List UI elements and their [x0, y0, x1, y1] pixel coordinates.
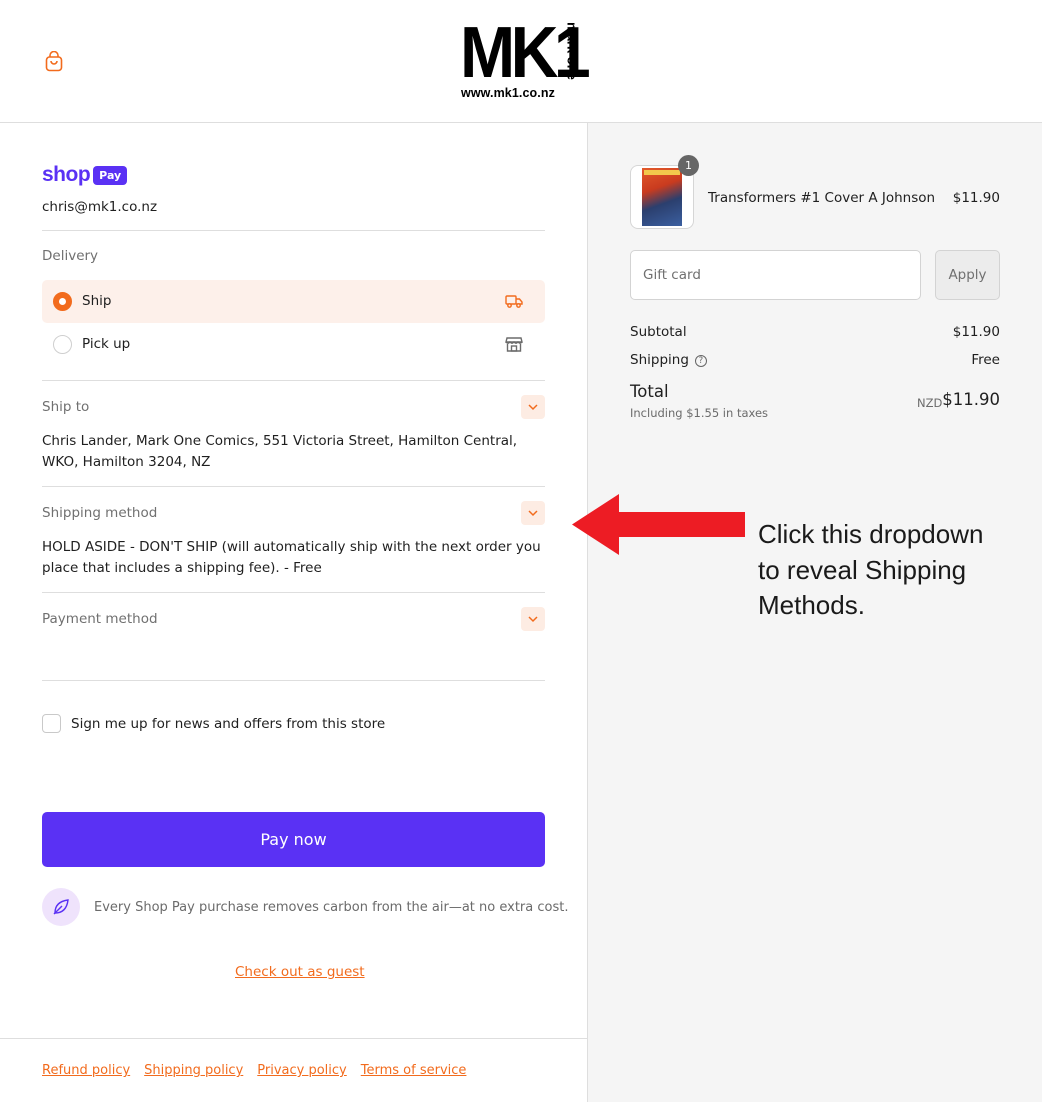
logo-tagline: mark one [564, 22, 580, 80]
subtotal-value: $11.90 [952, 324, 1000, 340]
delivery-label: Delivery [42, 248, 99, 264]
divider [42, 380, 545, 381]
subtotal-row: Subtotal $11.90 [630, 324, 1000, 340]
pickup-label: Pick up [82, 336, 131, 352]
store-icon [505, 337, 523, 352]
ship-to-address: Chris Lander, Mark One Comics, 551 Victo… [42, 433, 518, 470]
help-icon[interactable]: ? [694, 355, 707, 367]
annotation-text: Click this dropdown to reveal Shipping M… [758, 519, 984, 620]
ship-to-label: Ship to [42, 399, 90, 415]
delivery-option-ship[interactable]: Ship [42, 280, 545, 323]
store-logo[interactable]: MK1 mark one www.mk1.co.nz [460, 17, 591, 103]
total-label: Total [630, 382, 669, 401]
account-email: chris@mk1.co.nz [42, 199, 158, 215]
shop-pay-badge: Pay [93, 165, 128, 185]
shipping-label: Shipping [630, 352, 689, 368]
divider [42, 230, 545, 231]
shipping-method-value: HOLD ASIDE - DON'T SHIP (will automatica… [42, 539, 541, 576]
header: MK1 mark one www.mk1.co.nz [0, 0, 1042, 123]
chevron-down-icon [528, 404, 538, 411]
ship-to-dropdown[interactable] [521, 395, 545, 419]
ship-label: Ship [82, 293, 112, 309]
product-price: $11.90 [952, 190, 1000, 206]
checkout-as-guest-link[interactable]: Check out as guest [235, 964, 365, 980]
quantity-badge: 1 [678, 155, 699, 176]
refund-policy-link[interactable]: Refund policy [42, 1063, 130, 1078]
footer-divider [0, 1038, 587, 1039]
newsletter-label[interactable]: Sign me up for news and offers from this… [71, 716, 385, 732]
logo-url: www.mk1.co.nz [461, 86, 555, 100]
shipping-value: Free [971, 352, 1000, 368]
currency-code: NZD [917, 396, 943, 410]
total-amount: $11.90 [942, 390, 1000, 409]
ship-radio[interactable] [53, 292, 72, 311]
shipping-row: Shipping? Free [630, 352, 1000, 368]
chevron-down-icon [528, 616, 538, 623]
privacy-policy-link[interactable]: Privacy policy [257, 1063, 346, 1078]
terms-of-service-link[interactable]: Terms of service [361, 1063, 467, 1078]
divider [42, 486, 545, 487]
comic-cover-image [642, 168, 682, 226]
divider [42, 680, 545, 681]
shopping-bag-icon[interactable] [45, 51, 63, 72]
leaf-icon [53, 899, 69, 915]
gift-card-input[interactable] [630, 250, 921, 300]
pickup-radio[interactable] [53, 335, 72, 354]
red-arrow-icon [572, 494, 745, 555]
tax-note: Including $1.55 in taxes [630, 406, 769, 420]
chevron-down-icon [528, 510, 538, 517]
newsletter-checkbox[interactable] [42, 714, 61, 733]
carbon-note: Every Shop Pay purchase removes carbon f… [94, 900, 569, 915]
delivery-option-pickup[interactable]: Pick up [42, 323, 545, 366]
apply-gift-card-button[interactable]: Apply [935, 250, 1000, 300]
payment-method-dropdown[interactable] [521, 607, 545, 631]
divider [42, 592, 545, 593]
shipping-method-label: Shipping method [42, 505, 158, 521]
truck-icon [505, 295, 523, 308]
leaf-badge [42, 888, 80, 926]
footer-links: Refund policy Shipping policy Privacy poli… [42, 1063, 480, 1078]
shop-pay-wordmark: shop [42, 163, 91, 186]
shipping-policy-link[interactable]: Shipping policy [144, 1063, 243, 1078]
subtotal-label: Subtotal [630, 324, 687, 340]
shop-pay-logo: shop Pay [42, 163, 128, 186]
product-title: Transformers #1 Cover A Johnson [708, 190, 936, 206]
shipping-method-dropdown[interactable] [521, 501, 545, 525]
payment-method-label: Payment method [42, 611, 158, 627]
pay-now-button[interactable]: Pay now [42, 812, 545, 867]
